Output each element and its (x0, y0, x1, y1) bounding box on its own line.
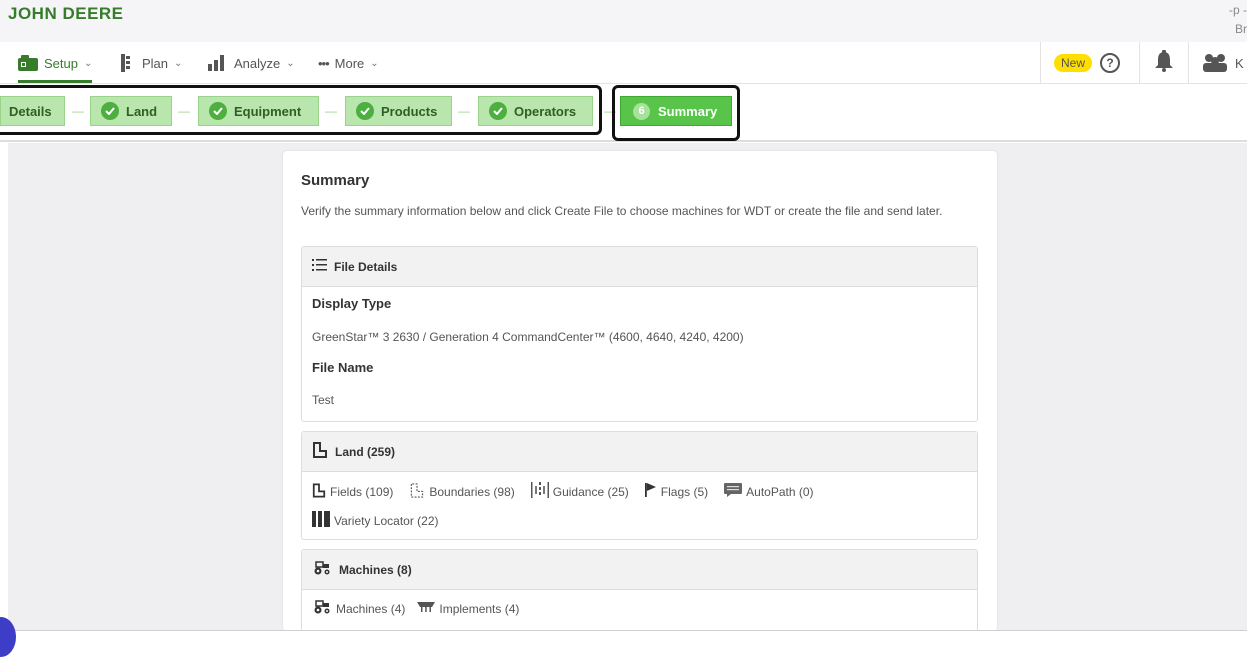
user-menu[interactable]: K (1201, 42, 1244, 84)
flag-icon (644, 483, 657, 500)
nav-plan[interactable]: Plan ⌄ (120, 50, 182, 76)
nav-divider (1139, 42, 1140, 84)
guidance-count: Guidance (25) (552, 484, 629, 499)
nav-setup[interactable]: Setup ⌄ (18, 50, 93, 83)
autopath-count: AutoPath (0) (746, 484, 814, 499)
nav-more[interactable]: ••• More ⌄ (318, 50, 379, 76)
nav-divider (1040, 42, 1041, 84)
top-bar: JOHN DEERE -p - Br (0, 0, 1247, 42)
autopath-icon (724, 483, 743, 500)
land-title: Land (259) (335, 444, 396, 459)
implements-count: Implements (4) (439, 601, 520, 616)
machines-count: Machines (4) (336, 601, 406, 616)
file-details-panel: File Details Display Type GreenStar™ 3 2… (301, 246, 978, 422)
file-details-body: Display Type GreenStar™ 3 2630 / Generat… (302, 287, 977, 421)
org-subtitle: Br (1235, 22, 1247, 36)
chevron-down-icon: ⌄ (286, 57, 295, 69)
user-initial: K (1235, 55, 1244, 71)
tractor-icon (312, 600, 332, 617)
land-panel: Land (259) Fields (109) Boundaries (98) … (301, 431, 978, 540)
machines-header: Machines (8) (302, 550, 977, 590)
team-icon (1201, 52, 1229, 75)
notifications-button[interactable] (1154, 42, 1174, 84)
display-type-label: Display Type (312, 296, 392, 311)
setup-icon (18, 55, 38, 71)
nav-plan-label: Plan (142, 55, 169, 71)
field-icon (312, 483, 326, 501)
org-name[interactable]: -p - (1229, 3, 1247, 17)
nav-setup-label: Setup (44, 55, 78, 71)
land-header: Land (259) (302, 432, 977, 472)
step-summary-label: Summary (658, 103, 718, 119)
bell-icon (1154, 49, 1174, 77)
land-items-row-2: Variety Locator (22) (312, 511, 439, 530)
guidance-icon (530, 482, 549, 501)
completed-steps-highlight (0, 85, 602, 135)
file-name-label: File Name (312, 360, 374, 375)
new-badge[interactable]: New (1054, 54, 1093, 72)
land-items-row: Fields (109) Boundaries (98) Guidance (2… (312, 482, 814, 501)
nav-analyze[interactable]: Analyze ⌄ (208, 50, 295, 76)
more-dots-icon: ••• (318, 55, 330, 71)
nav-divider (1188, 42, 1189, 84)
fields-count: Fields (109) (330, 484, 394, 499)
bar-chart-icon (208, 55, 228, 71)
variety-locator-icon (312, 511, 330, 530)
bottom-bar (0, 630, 1247, 668)
help-icon[interactable]: ? (1100, 53, 1121, 73)
machines-items-row: Machines (4) Implements (4) (312, 600, 519, 617)
boundary-icon (409, 482, 425, 501)
machines-panel: Machines (8) Machines (4) Implements (4) (301, 549, 978, 631)
display-type-value: GreenStar™ 3 2630 / Generation 4 Command… (312, 330, 744, 344)
chevron-down-icon: ⌄ (174, 57, 183, 69)
machines-body: Machines (4) Implements (4) (302, 590, 977, 631)
list-icon (312, 259, 327, 274)
tractor-icon (312, 561, 332, 578)
file-details-title: File Details (334, 259, 398, 274)
summary-description: Verify the summary information below and… (301, 204, 943, 218)
flags-count: Flags (5) (660, 484, 709, 499)
land-body: Fields (109) Boundaries (98) Guidance (2… (302, 472, 977, 540)
summary-card: Summary Verify the summary information b… (283, 151, 997, 631)
nav-analyze-label: Analyze (234, 55, 281, 71)
plan-icon (120, 54, 136, 72)
nav-more-label: More (334, 55, 365, 71)
field-icon (312, 442, 328, 461)
boundaries-count: Boundaries (98) (429, 484, 515, 499)
step-summary[interactable]: 6 Summary (620, 96, 732, 126)
file-details-header: File Details (302, 247, 977, 287)
chevron-down-icon: ⌄ (83, 57, 93, 69)
brand-logo[interactable]: JOHN DEERE (8, 4, 124, 24)
implement-icon (417, 601, 436, 616)
nav-right-group: New ? (1054, 42, 1121, 84)
variety-locator-count: Variety Locator (22) (334, 513, 439, 528)
machines-title: Machines (8) (339, 562, 412, 577)
chevron-down-icon: ⌄ (370, 57, 379, 69)
page-title: Summary (301, 172, 370, 189)
step-number-badge: 6 (633, 102, 650, 120)
file-name-value: Test (312, 393, 335, 407)
main-nav: Setup ⌄ Plan ⌄ Analyze ⌄ ••• More ⌄ New … (0, 42, 1247, 84)
